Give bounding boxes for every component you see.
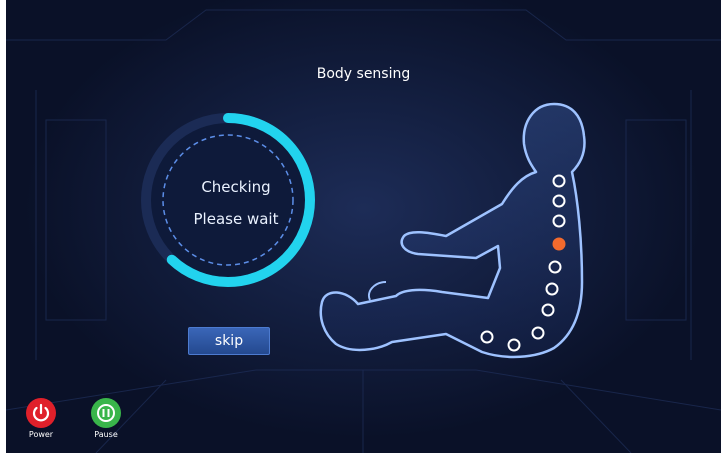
pause-button[interactable] [91, 398, 121, 428]
acupoint-active [552, 237, 566, 251]
power-label: Power [28, 430, 54, 439]
pause-label: Pause [94, 430, 118, 439]
pause-icon [97, 404, 115, 422]
power-button[interactable] [26, 398, 56, 428]
body-figure [319, 102, 586, 359]
body-sensing-screen: Body sensing Checking Please wait skip P… [6, 0, 721, 453]
body-silhouette [319, 102, 586, 359]
power-icon [32, 403, 50, 422]
knee-outline [368, 281, 387, 301]
